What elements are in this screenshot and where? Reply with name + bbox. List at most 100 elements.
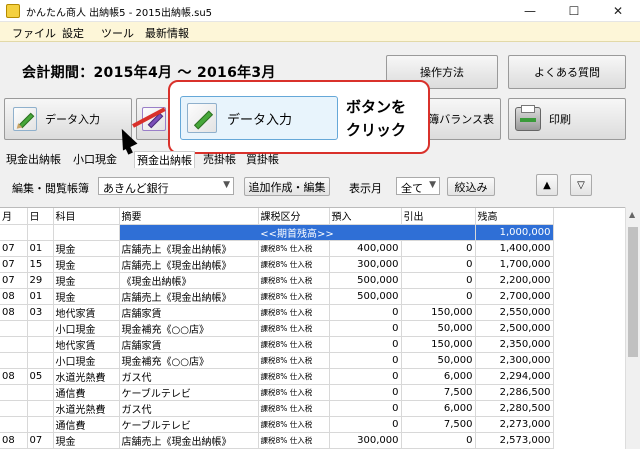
cell-month	[0, 416, 28, 433]
cell-balance: 2,200,000	[475, 272, 554, 289]
cell-month: 07	[0, 256, 28, 273]
tab-payables[interactable]: 買掛帳	[246, 151, 279, 167]
data-entry-button[interactable]: データ入力	[4, 98, 132, 140]
ledger-label: 編集・閲覧帳簿	[12, 182, 89, 195]
cell-account: 通信費	[53, 384, 120, 401]
cell-tax: 課税8% 仕入税	[258, 416, 330, 433]
cell-description: 店舗家賃	[119, 304, 259, 321]
header-deposit: 預入	[329, 208, 402, 225]
printer-icon	[515, 105, 541, 131]
table-row[interactable]: 08 01 現金 店舗売上《現金出納帳》 課税8% 仕入税 500,000 0 2,700,0…	[0, 288, 554, 305]
opening-balance-row[interactable]: <<期首残高>> 1,000,000	[0, 224, 554, 241]
tab-deposit-ledger[interactable]: 預金出納帳	[134, 151, 195, 168]
vertical-scrollbar[interactable]: ▲	[625, 207, 640, 449]
tab-receivables[interactable]: 売掛帳	[203, 151, 236, 167]
table-row[interactable]: 小口現金 現金補充《○○店》 課税8% 仕入税 0 50,000 2,500,000	[0, 320, 554, 337]
cell-deposit: 0	[329, 320, 402, 337]
cell-tax: 課税8% 仕入税	[258, 304, 330, 321]
table-row[interactable]: 08 05 水道光熱費 ガス代 課税8% 仕入税 0 6,000 2,294,000	[0, 368, 554, 385]
table-row[interactable]: 07 29 現金 《現金出納帳》 課税8% 仕入税 500,000 0 2,200,000	[0, 272, 554, 289]
cell-deposit: 300,000	[329, 432, 402, 449]
move-up-button[interactable]: ▲	[536, 174, 558, 196]
opening-label: <<期首残高>>	[119, 224, 476, 241]
menu-news[interactable]: 最新情報	[145, 25, 189, 41]
table-row[interactable]: 通信費 ケーブルテレビ 課税8% 仕入税 0 7,500 2,286,500	[0, 384, 554, 401]
cell-month	[0, 384, 28, 401]
close-button[interactable]: ✕	[596, 0, 640, 22]
cell-tax: 課税8% 仕入税	[258, 432, 330, 449]
cell-day	[27, 400, 54, 417]
cell-withdrawal: 0	[401, 240, 476, 257]
cell-month: 08	[0, 368, 28, 385]
cell-month: 07	[0, 272, 28, 289]
table-row[interactable]: 07 01 現金 店舗売上《現金出納帳》 課税8% 仕入税 400,000 0 1,400,0…	[0, 240, 554, 257]
cell-month	[0, 352, 28, 369]
scroll-thumb[interactable]	[628, 227, 638, 357]
header-account: 科目	[53, 208, 120, 225]
cell-tax: 課税8% 仕入税	[258, 352, 330, 369]
header-balance: 残高	[475, 208, 554, 225]
cell-description: 現金補充《○○店》	[119, 320, 259, 337]
cell-day	[27, 336, 54, 353]
cell-withdrawal: 6,000	[401, 400, 476, 417]
ledger-select[interactable]: あきんど銀行 ▼	[98, 177, 234, 195]
table-row[interactable]: 08 07 現金 店舗売上《現金出納帳》 課税8% 仕入税 300,000 0 2,573,0…	[0, 432, 554, 449]
table-row[interactable]: 小口現金 現金補充《○○店》 課税8% 仕入税 0 50,000 2,300,000	[0, 352, 554, 369]
cell-balance: 2,500,000	[475, 320, 554, 337]
cell-deposit: 0	[329, 304, 402, 321]
cell-day	[27, 416, 54, 433]
minimize-button[interactable]: —	[508, 0, 552, 22]
cell-description: 現金補充《○○店》	[119, 352, 259, 369]
balance-button[interactable]: 簿バランス表	[425, 98, 501, 140]
scroll-up-icon: ▲	[629, 210, 636, 219]
cell-withdrawal: 7,500	[401, 416, 476, 433]
filter-button[interactable]: 絞込み	[447, 177, 495, 196]
table-row[interactable]: 通信費 ケーブルテレビ 課税8% 仕入税 0 7,500 2,273,000	[0, 416, 554, 433]
table-row[interactable]: 水道光熱費 ガス代 課税8% 仕入税 0 6,000 2,280,500	[0, 400, 554, 417]
cell-tax: 課税8% 仕入税	[258, 320, 330, 337]
cell-account: 地代家賃	[53, 304, 120, 321]
callout-button-image: データ入力	[180, 96, 338, 140]
cell-day: 29	[27, 272, 54, 289]
maximize-button[interactable]: ☐	[552, 0, 596, 22]
cell-withdrawal: 6,000	[401, 368, 476, 385]
table-row[interactable]: 08 03 地代家賃 店舗家賃 課税8% 仕入税 0 150,000 2,550,000	[0, 304, 554, 321]
menu-tools[interactable]: ツール	[101, 25, 134, 41]
faq-button[interactable]: よくある質問	[508, 55, 626, 89]
cell-day: 03	[27, 304, 54, 321]
cell-deposit: 0	[329, 416, 402, 433]
table-header-row: 月 日 科目 摘要 課税区分 預入 引出 残高	[0, 208, 554, 225]
cell-balance: 2,700,000	[475, 288, 554, 305]
tab-petty-cash[interactable]: 小口現金	[73, 151, 117, 167]
cell-withdrawal: 0	[401, 272, 476, 289]
cell-balance: 2,273,000	[475, 416, 554, 433]
table-row[interactable]: 地代家賃 店舗家賃 課税8% 仕入税 0 150,000 2,350,000	[0, 336, 554, 353]
cell-deposit: 0	[329, 368, 402, 385]
tab-cash-ledger[interactable]: 現金出納帳	[6, 151, 61, 167]
add-edit-button[interactable]: 追加作成・編集	[244, 177, 330, 196]
cell-deposit: 400,000	[329, 240, 402, 257]
cell-tax: 課税8% 仕入税	[258, 256, 330, 273]
cell-account: 現金	[53, 272, 120, 289]
cell-day: 01	[27, 288, 54, 305]
menu-settings[interactable]: 設定	[62, 25, 84, 41]
menu-file[interactable]: ファイル	[12, 25, 56, 41]
ledger-tabs: 現金出納帳 小口現金 預金出納帳 売掛帳 買掛帳	[0, 150, 640, 168]
print-button[interactable]: 印刷	[508, 98, 626, 140]
cell-account: 現金	[53, 240, 120, 257]
cell-deposit: 500,000	[329, 272, 402, 289]
toolbar: 編集・閲覧帳簿 あきんど銀行 ▼ 追加作成・編集 表示月 全て ▼ 絞込み ▲ ▽	[0, 172, 640, 200]
cell-tax: 課税8% 仕入税	[258, 336, 330, 353]
cell-balance: 2,350,000	[475, 336, 554, 353]
cell-withdrawal: 50,000	[401, 352, 476, 369]
cell-day: 05	[27, 368, 54, 385]
cell-tax: 課税8% 仕入税	[258, 240, 330, 257]
callout-text: ボタンを クリック	[346, 98, 407, 139]
cell-balance: 2,286,500	[475, 384, 554, 401]
cell-day: 01	[27, 240, 54, 257]
chevron-down-icon: ▼	[223, 180, 230, 190]
month-select[interactable]: 全て ▼	[396, 177, 440, 195]
table-row[interactable]: 07 15 現金 店舗売上《現金出納帳》 課税8% 仕入税 300,000 0 1,700,0…	[0, 256, 554, 273]
header-month: 月	[0, 208, 28, 225]
move-down-button[interactable]: ▽	[570, 174, 592, 196]
